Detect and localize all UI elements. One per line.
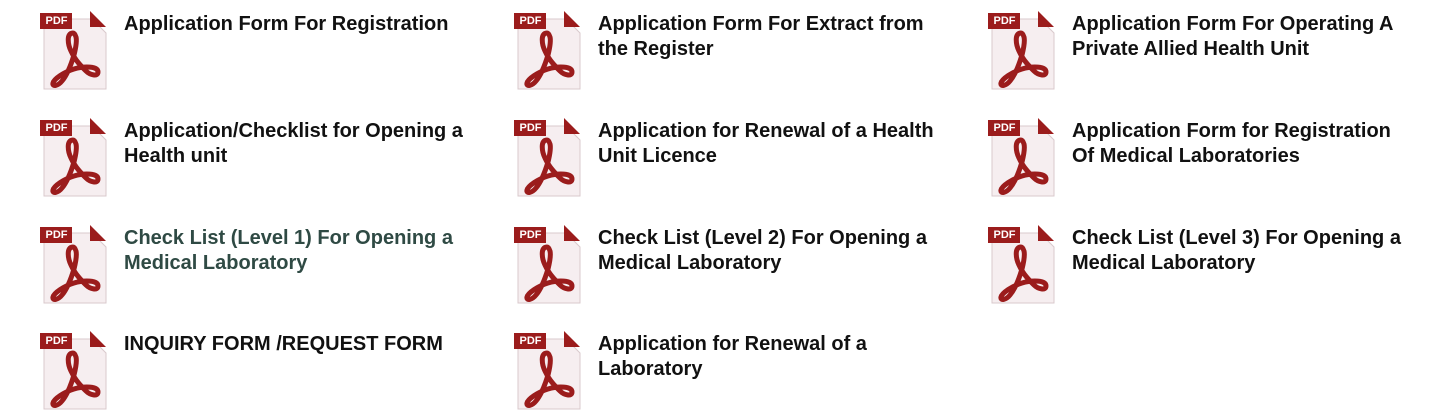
pdf-file-icon: PDF [514,225,584,305]
document-title[interactable]: Check List (Level 1) For Opening a Medic… [124,226,464,276]
document-link[interactable]: PDF Application for Renewal of a Laborat… [514,331,938,411]
pdf-badge-text: PDF [993,15,1016,27]
document-title[interactable]: Application for Renewal of a Health Unit… [598,119,938,169]
pdf-badge-text: PDF [45,335,68,347]
pdf-badge-text: PDF [993,122,1016,134]
document-title[interactable]: Application Form For Operating A Private… [1072,12,1412,62]
pdf-badge-text: PDF [45,122,68,134]
pdf-file-icon: PDF [988,118,1058,198]
document-link[interactable]: PDF Application Form For Registration [40,11,464,91]
pdf-badge-text: PDF [519,335,542,347]
document-title[interactable]: Application Form for Registration Of Med… [1072,119,1412,169]
pdf-file-icon: PDF [988,11,1058,91]
pdf-file-icon: PDF [40,11,110,91]
document-link[interactable]: PDF Application for Renewal of a Health … [514,118,938,198]
document-link[interactable]: PDF Check List (Level 2) For Opening a M… [514,225,938,305]
document-link[interactable]: PDF Application Form for Registration Of… [988,118,1412,198]
pdf-badge-text: PDF [519,229,542,241]
pdf-badge-text: PDF [519,15,542,27]
pdf-file-icon: PDF [988,225,1058,305]
pdf-file-icon: PDF [40,118,110,198]
document-title[interactable]: Check List (Level 2) For Opening a Medic… [598,226,938,276]
document-link[interactable]: PDF Application/Checklist for Opening a … [40,118,464,198]
document-link[interactable]: PDF Check List (Level 1) For Opening a M… [40,225,464,305]
document-link[interactable]: PDF Check List (Level 3) For Opening a M… [988,225,1412,305]
document-title[interactable]: Application for Renewal of a Laboratory [598,332,938,382]
document-link[interactable]: PDF Application Form For Extract from th… [514,11,938,91]
document-title[interactable]: Check List (Level 3) For Opening a Medic… [1072,226,1412,276]
pdf-badge-text: PDF [45,15,68,27]
pdf-badge-text: PDF [993,229,1016,241]
pdf-file-icon: PDF [514,11,584,91]
pdf-file-icon: PDF [514,118,584,198]
pdf-file-icon: PDF [514,331,584,411]
document-link[interactable]: PDF Application Form For Operating A Pri… [988,11,1412,91]
pdf-file-icon: PDF [40,225,110,305]
document-link[interactable]: PDF INQUIRY FORM /REQUEST FORM [40,331,464,411]
pdf-badge-text: PDF [519,122,542,134]
documents-grid: PDF Application Form For Registration PD… [0,0,1440,407]
document-title[interactable]: Application/Checklist for Opening a Heal… [124,119,464,169]
document-title[interactable]: Application Form For Extract from the Re… [598,12,938,62]
pdf-file-icon: PDF [40,331,110,411]
document-title[interactable]: Application Form For Registration [124,12,464,37]
pdf-badge-text: PDF [45,229,68,241]
document-title[interactable]: INQUIRY FORM /REQUEST FORM [124,332,464,357]
